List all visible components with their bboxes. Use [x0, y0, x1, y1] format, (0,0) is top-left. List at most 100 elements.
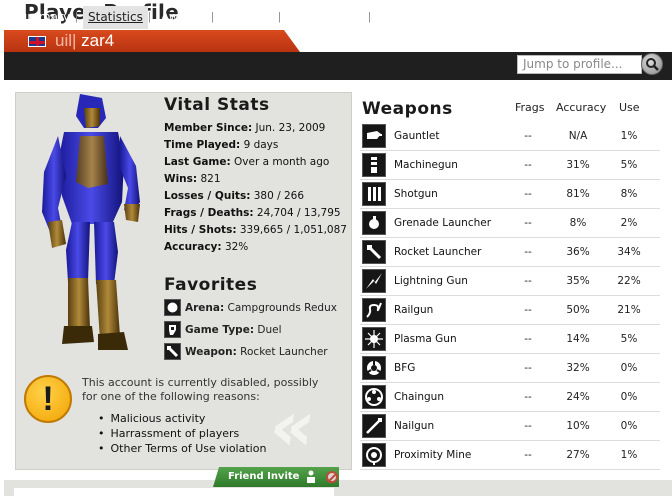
weapon-use: 0% [620, 420, 638, 432]
weapon-row: BFG -- 32% 0% [360, 354, 660, 383]
weapon-frags: -- [524, 391, 532, 403]
list-item: Malicious activity [98, 411, 266, 426]
tab-competitors[interactable]: Competitors [290, 10, 364, 24]
weapon-accuracy: 27% [566, 449, 590, 461]
weapon-name: BFG [394, 362, 416, 374]
stat-losses-quits: Losses / Quits: 380 / 266 [164, 190, 305, 202]
chaingun-icon [362, 385, 386, 409]
weapon-frags: -- [524, 217, 532, 229]
weapon-frags: -- [524, 362, 532, 374]
weapon-row: Machinegun -- 31% 5% [360, 151, 660, 180]
stat-accuracy: Accuracy: 32% [164, 241, 249, 253]
gauntlet-icon [362, 124, 386, 148]
tab-matches[interactable]: Matches [381, 10, 431, 24]
weapon-row: Railgun -- 50% 21% [360, 296, 660, 325]
jump-search-button[interactable] [641, 53, 663, 75]
weapon-use: 0% [620, 362, 638, 374]
jump-to-profile-input[interactable]: Jump to profile... [517, 55, 642, 74]
weapon-row: Rocket Launcher -- 36% 34% [360, 238, 660, 267]
weapon-use: 1% [620, 449, 638, 461]
weapon-name: Rocket Launcher [394, 246, 482, 258]
weapon-frags: -- [524, 188, 532, 200]
plasma-gun-icon [362, 327, 386, 351]
stat-time-played: Time Played: 9 days [164, 139, 279, 151]
weapon-frags: -- [524, 304, 532, 316]
grenade-launcher-icon [362, 211, 386, 235]
weapon-row: Shotgun -- 81% 8% [360, 180, 660, 209]
search-icon [646, 58, 659, 71]
favorites-title: Favorites [164, 275, 258, 295]
weapon-accuracy: 36% [566, 246, 590, 258]
proximity-mine-icon [362, 443, 386, 467]
weapon-frags: -- [524, 333, 532, 345]
stat-member-since: Member Since: Jun. 23, 2009 [164, 122, 326, 134]
player-name-bar [4, 30, 300, 52]
weapon-row: Nailgun -- 10% 0% [360, 412, 660, 441]
weapon-accuracy: N/A [568, 130, 588, 142]
weapon-accuracy: 32% [566, 362, 590, 374]
weapon-accuracy: 24% [566, 391, 590, 403]
duel-icon [164, 321, 181, 338]
weapon-row: Plasma Gun -- 14% 5% [360, 325, 660, 354]
player-model-avatar [42, 94, 140, 350]
weapon-row: Grenade Launcher -- 8% 2% [360, 209, 660, 238]
disabled-account-notice: This account is currently disabled, poss… [82, 376, 319, 403]
weapon-accuracy: 31% [566, 159, 590, 171]
weapon-use: 5% [620, 159, 638, 171]
weapon-name: Machinegun [394, 159, 458, 171]
weapon-row: Gauntlet -- N/A 1% [360, 122, 660, 151]
favorite-game-type: Game Type: Duel [164, 321, 282, 338]
weapon-frags: -- [524, 275, 532, 287]
weapon-name: Proximity Mine [394, 449, 472, 461]
tab-statistics[interactable]: Statistics [83, 6, 148, 29]
frags-header: Frags [515, 101, 545, 114]
weapon-use: 0% [620, 391, 638, 403]
weapon-use: 21% [617, 304, 641, 316]
use-header: Use [619, 101, 640, 114]
weapon-row: Proximity Mine -- 27% 1% [360, 441, 660, 470]
weapon-accuracy: 8% [569, 217, 587, 229]
weapon-use: 22% [617, 275, 641, 287]
weapon-frags: -- [524, 159, 532, 171]
player-handle[interactable]: zar4 [81, 31, 114, 50]
weapon-frags: -- [524, 130, 532, 142]
list-item: Other Terms of Use violation [98, 441, 267, 456]
exclamation-icon: ! [24, 375, 72, 423]
accuracy-header: Accuracy [556, 101, 607, 114]
nailgun-icon [362, 414, 386, 438]
tab-friends[interactable]: Friends [225, 10, 268, 24]
favorite-weapon: Weapon: Rocket Launcher [164, 343, 328, 360]
list-item: Harrassment of players [98, 426, 266, 441]
nav-separator: | [148, 11, 151, 23]
weapon-use: 2% [620, 217, 638, 229]
weapon-name: Chaingun [394, 391, 444, 403]
player-name: uil| zar4 [55, 31, 114, 51]
disabled-reasons-list: Malicious activity Harrassment of player… [98, 411, 267, 456]
bfg-icon [362, 356, 386, 380]
name-separator: | [72, 31, 77, 50]
nav-separator: | [278, 11, 281, 23]
tab-summary[interactable]: Summary [12, 10, 70, 24]
weapon-accuracy: 10% [566, 420, 590, 432]
nav-separator: | [211, 11, 214, 23]
weapon-use: 5% [620, 333, 638, 345]
lightning-gun-icon [362, 269, 386, 293]
uk-flag-icon [28, 36, 46, 47]
weapon-accuracy: 81% [566, 188, 590, 200]
stat-hits-shots: Hits / Shots: 339,665 / 1,051,087 [164, 224, 347, 236]
machinegun-icon [362, 153, 386, 177]
weapons-title: Weapons [362, 99, 453, 119]
weapon-name: Lightning Gun [394, 275, 468, 287]
weapon-name: Shotgun [394, 188, 438, 200]
friend-invite-button[interactable]: Friend Invite [213, 467, 339, 487]
weapon-frags: -- [524, 449, 532, 461]
weapon-frags: -- [524, 420, 532, 432]
railgun-icon [362, 298, 386, 322]
weapon-name: Nailgun [394, 420, 435, 432]
weapon-use: 1% [620, 130, 638, 142]
block-icon[interactable] [326, 471, 338, 483]
tab-awards[interactable]: Awards [161, 10, 204, 24]
weapon-row: Lightning Gun -- 35% 22% [360, 267, 660, 296]
weapon-accuracy: 50% [566, 304, 590, 316]
rocket-launcher-icon [362, 240, 386, 264]
